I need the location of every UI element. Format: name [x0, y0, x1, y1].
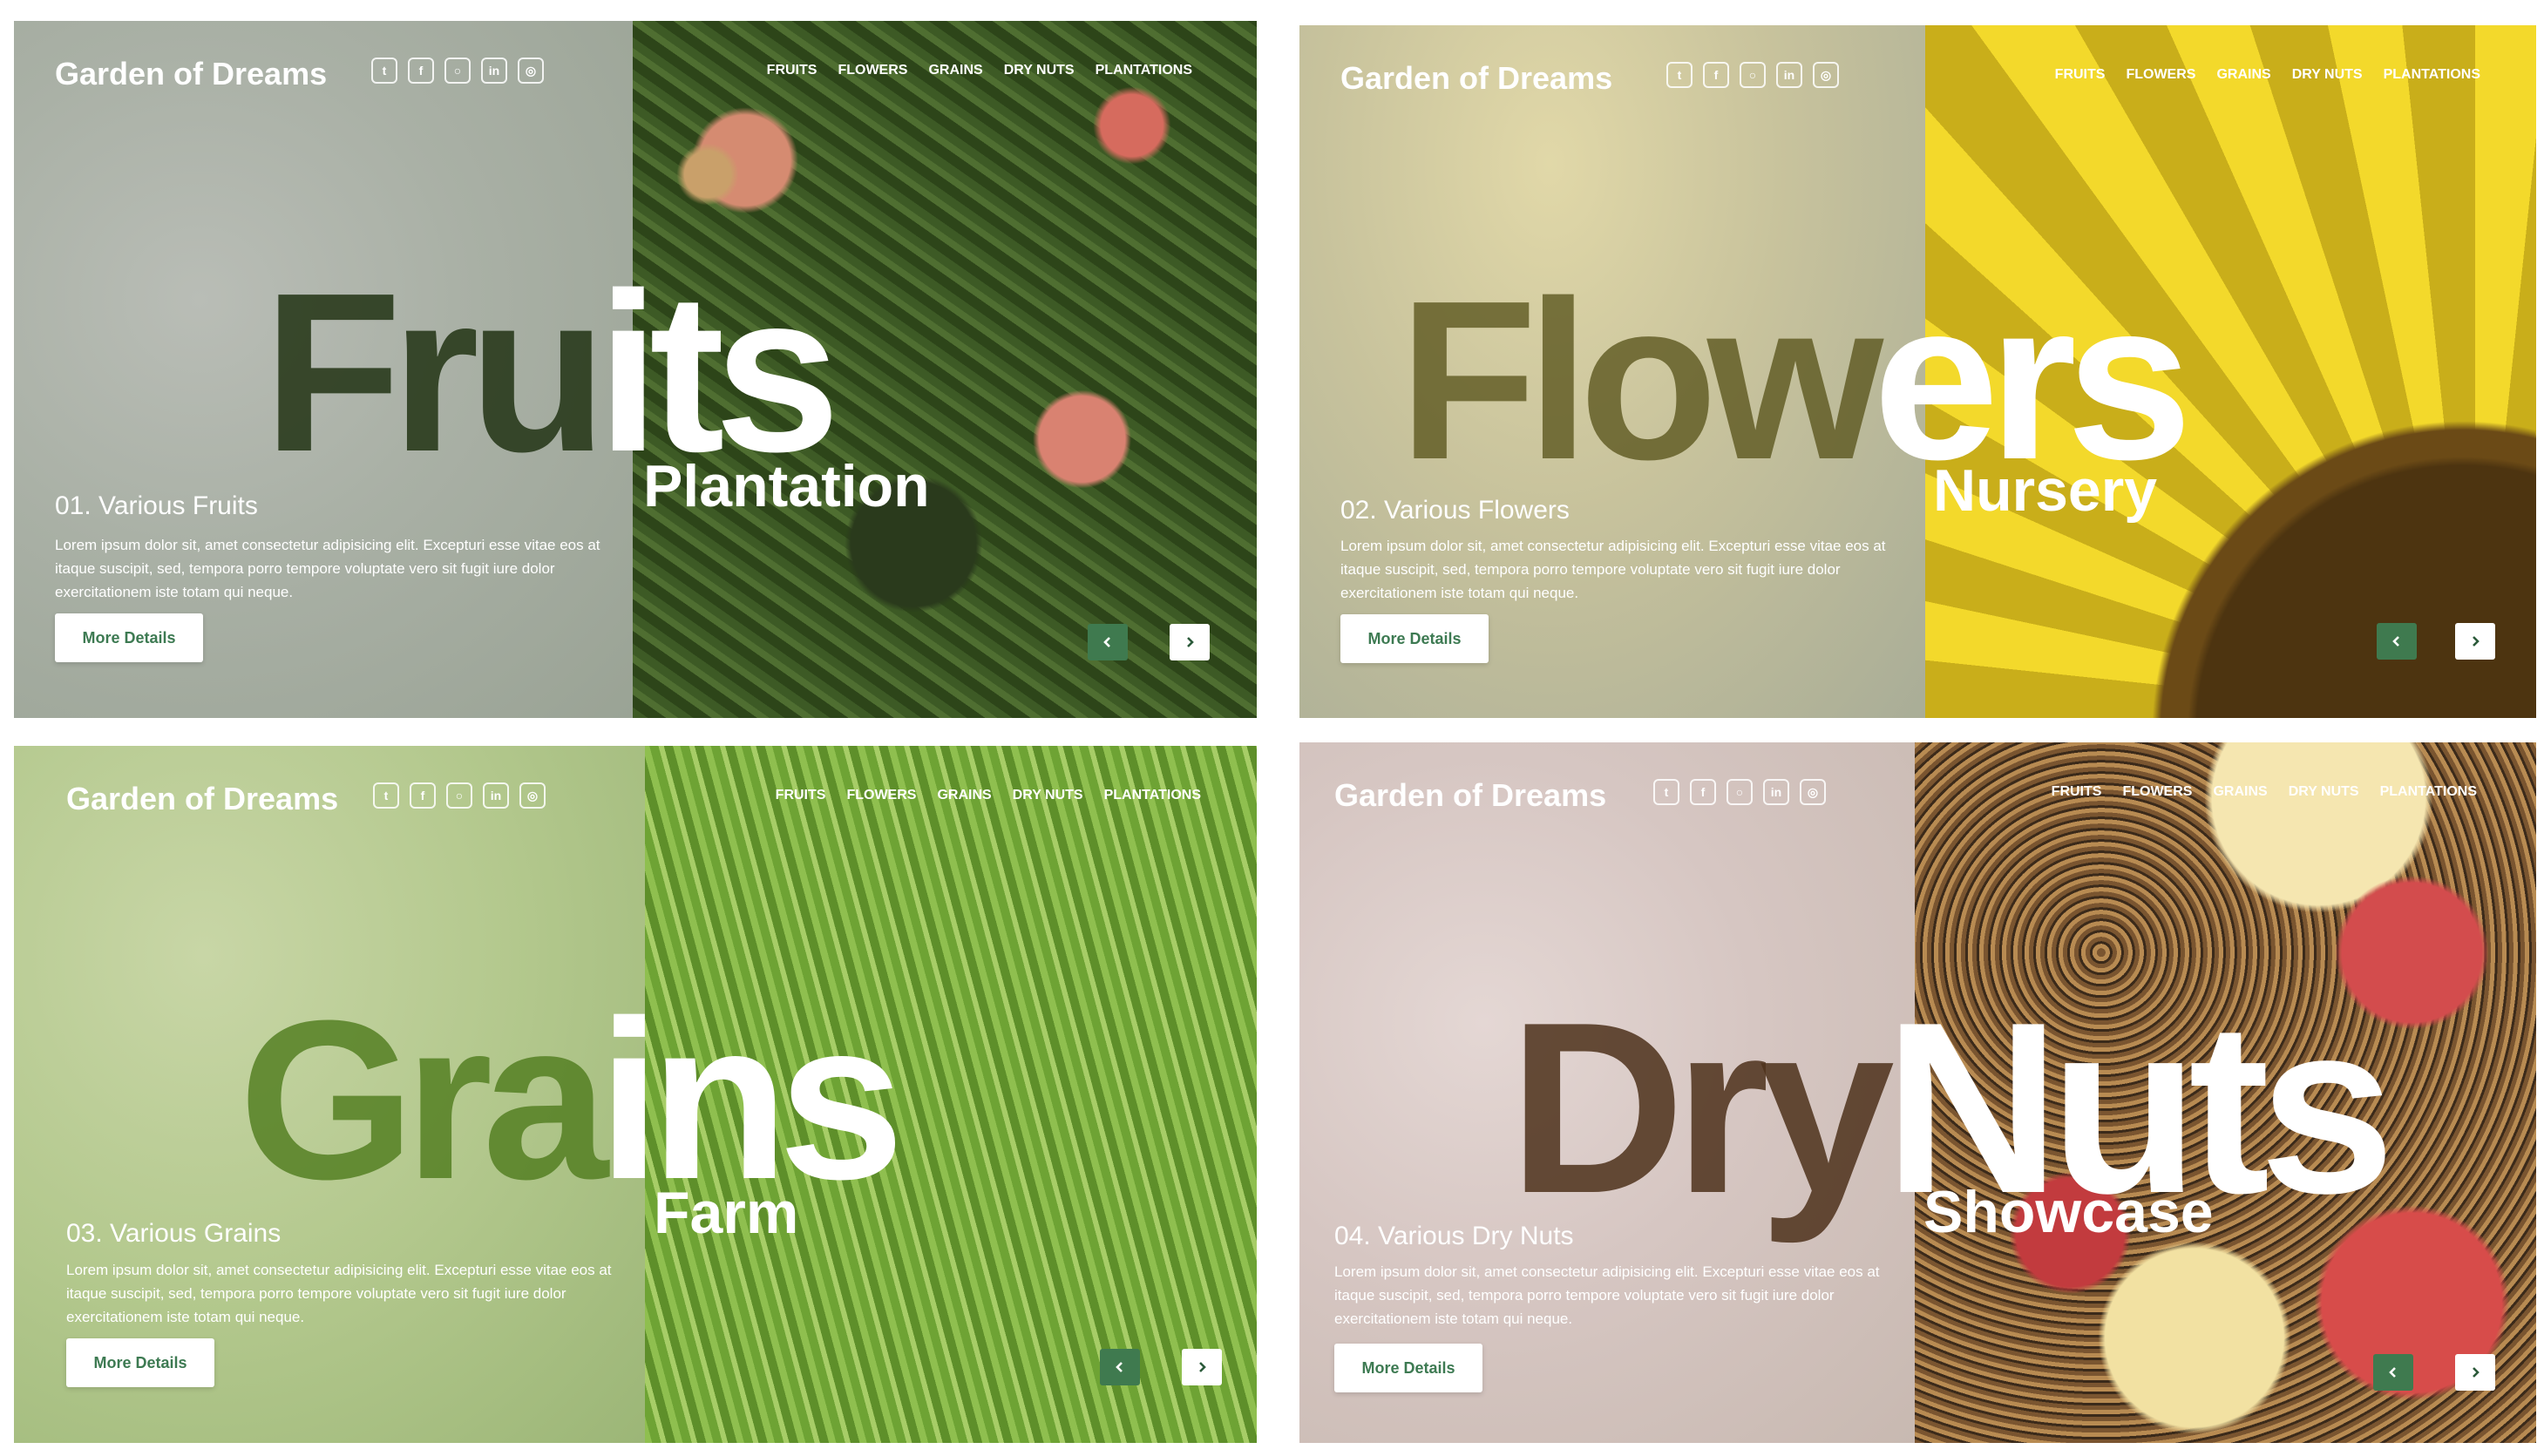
facebook-icon[interactable]: f — [408, 58, 434, 84]
prev-slide-button[interactable] — [2377, 623, 2417, 660]
slide-description: Lorem ipsum dolor sit, amet consectetur … — [66, 1262, 612, 1325]
nav-grains[interactable]: GRAINS — [2216, 67, 2270, 83]
chevron-left-icon — [1103, 637, 1110, 647]
slide-title: 04. Various Dry Nuts — [1334, 1222, 1574, 1250]
nav-fruits[interactable]: FRUITS — [2052, 784, 2102, 800]
nav-dry-nuts[interactable]: DRY NUTS — [1004, 63, 1075, 78]
instagram-icon[interactable]: ◎ — [1813, 62, 1839, 88]
linkedin-icon[interactable]: in — [481, 58, 507, 84]
instagram-icon[interactable]: ◎ — [519, 782, 546, 809]
slide-subtitle: Nursery — [1933, 457, 2158, 524]
instagram-icon[interactable]: ◎ — [518, 58, 544, 84]
nav-plantations[interactable]: PLANTATIONS — [1096, 63, 1192, 78]
nav-flowers[interactable]: FLOWERS — [2122, 784, 2192, 800]
main-nav: FRUITS FLOWERS GRAINS DRY NUTS PLANTATIO… — [2052, 784, 2477, 800]
slide-subtitle: Farm — [654, 1180, 799, 1246]
nav-plantations[interactable]: PLANTATIONS — [1104, 788, 1201, 803]
chevron-right-icon — [2473, 636, 2480, 647]
prev-slide-button[interactable] — [1100, 1349, 1140, 1385]
nav-grains[interactable]: GRAINS — [928, 63, 982, 78]
slide-title: 03. Various Grains — [66, 1219, 282, 1248]
linkedin-icon[interactable]: in — [483, 782, 509, 809]
slide-description: Lorem ipsum dolor sit, amet consectetur … — [1340, 538, 1886, 601]
main-nav: FRUITS FLOWERS GRAINS DRY NUTS PLANTATIO… — [776, 788, 1201, 803]
slide-flowers: Garden of Dreams t f ○ in ◎ FRUITS FLOWE… — [1299, 25, 2536, 718]
slide-description: Lorem ipsum dolor sit, amet consectetur … — [55, 537, 600, 600]
nav-dry-nuts[interactable]: DRY NUTS — [1013, 788, 1083, 803]
next-slide-button[interactable] — [2455, 623, 2495, 660]
nav-fruits[interactable]: FRUITS — [2055, 67, 2106, 83]
linkedin-icon[interactable]: in — [1763, 779, 1789, 805]
more-details-button[interactable]: More Details — [1340, 614, 1489, 663]
headline-left: Flow — [1399, 254, 1883, 507]
slide-subtitle: Plantation — [643, 453, 930, 519]
nav-grains[interactable]: GRAINS — [2213, 784, 2267, 800]
nav-flowers[interactable]: FLOWERS — [846, 788, 916, 803]
nav-plantations[interactable]: PLANTATIONS — [2384, 67, 2480, 83]
github-icon[interactable]: ○ — [1740, 62, 1766, 88]
nav-dry-nuts[interactable]: DRY NUTS — [2292, 67, 2363, 83]
facebook-icon[interactable]: f — [410, 782, 436, 809]
slide-title: 01. Various Fruits — [55, 491, 258, 520]
linkedin-icon[interactable]: in — [1776, 62, 1802, 88]
social-links: t f ○ in ◎ — [1666, 62, 1839, 88]
twitter-icon[interactable]: t — [1666, 62, 1693, 88]
social-links: t f ○ in ◎ — [373, 782, 546, 809]
nav-plantations[interactable]: PLANTATIONS — [2380, 784, 2477, 800]
github-icon[interactable]: ○ — [1727, 779, 1753, 805]
main-nav: FRUITS FLOWERS GRAINS DRY NUTS PLANTATIO… — [767, 63, 1192, 78]
social-links: t f ○ in ◎ — [371, 58, 544, 84]
twitter-icon[interactable]: t — [1653, 779, 1679, 805]
nav-grains[interactable]: GRAINS — [937, 788, 991, 803]
social-links: t f ○ in ◎ — [1653, 779, 1826, 805]
headline-left: Gra — [239, 974, 608, 1227]
next-slide-button[interactable] — [1170, 624, 1210, 660]
chevron-left-icon — [2389, 1367, 2396, 1378]
brand-logo[interactable]: Garden of Dreams — [1340, 60, 1612, 97]
instagram-icon[interactable]: ◎ — [1800, 779, 1826, 805]
headline-left: Dry — [1509, 972, 1895, 1244]
more-details-button[interactable]: More Details — [66, 1338, 214, 1387]
slide-grains: Garden of Dreams t f ○ in ◎ FRUITS FLOWE… — [14, 746, 1257, 1443]
slide-title: 02. Various Flowers — [1340, 496, 1570, 525]
nav-flowers[interactable]: FLOWERS — [2126, 67, 2195, 83]
github-icon[interactable]: ○ — [446, 782, 472, 809]
slide-dry-nuts: Garden of Dreams t f ○ in ◎ FRUITS FLOWE… — [1299, 742, 2536, 1443]
prev-slide-button[interactable] — [1088, 624, 1128, 660]
prev-slide-button[interactable] — [2373, 1354, 2413, 1391]
main-nav: FRUITS FLOWERS GRAINS DRY NUTS PLANTATIO… — [2055, 67, 2480, 83]
brand-logo[interactable]: Garden of Dreams — [1334, 777, 1606, 814]
slide-fruits: Garden of Dreams t f ○ in ◎ FRUITS FLOWE… — [14, 21, 1257, 718]
chevron-right-icon — [2473, 1367, 2480, 1378]
slide-subtitle: Showcase — [1923, 1179, 2214, 1245]
next-slide-button[interactable] — [1182, 1349, 1222, 1385]
brand-logo[interactable]: Garden of Dreams — [55, 56, 327, 92]
nav-fruits[interactable]: FRUITS — [767, 63, 817, 78]
chevron-right-icon — [1199, 1362, 1206, 1372]
facebook-icon[interactable]: f — [1690, 779, 1716, 805]
twitter-icon[interactable]: t — [371, 58, 397, 84]
brand-logo[interactable]: Garden of Dreams — [66, 781, 338, 817]
chevron-left-icon — [2392, 636, 2399, 647]
facebook-icon[interactable]: f — [1703, 62, 1729, 88]
more-details-button[interactable]: More Details — [1334, 1344, 1482, 1392]
nav-dry-nuts[interactable]: DRY NUTS — [2289, 784, 2359, 800]
nav-flowers[interactable]: FLOWERS — [838, 63, 907, 78]
chevron-left-icon — [1116, 1362, 1123, 1372]
nav-fruits[interactable]: FRUITS — [776, 788, 826, 803]
next-slide-button[interactable] — [2455, 1354, 2495, 1391]
more-details-button[interactable]: More Details — [55, 613, 203, 662]
slide-description: Lorem ipsum dolor sit, amet consectetur … — [1334, 1263, 1880, 1327]
headline-left: Fru — [263, 247, 607, 499]
twitter-icon[interactable]: t — [373, 782, 399, 809]
github-icon[interactable]: ○ — [444, 58, 471, 84]
chevron-right-icon — [1187, 637, 1194, 647]
